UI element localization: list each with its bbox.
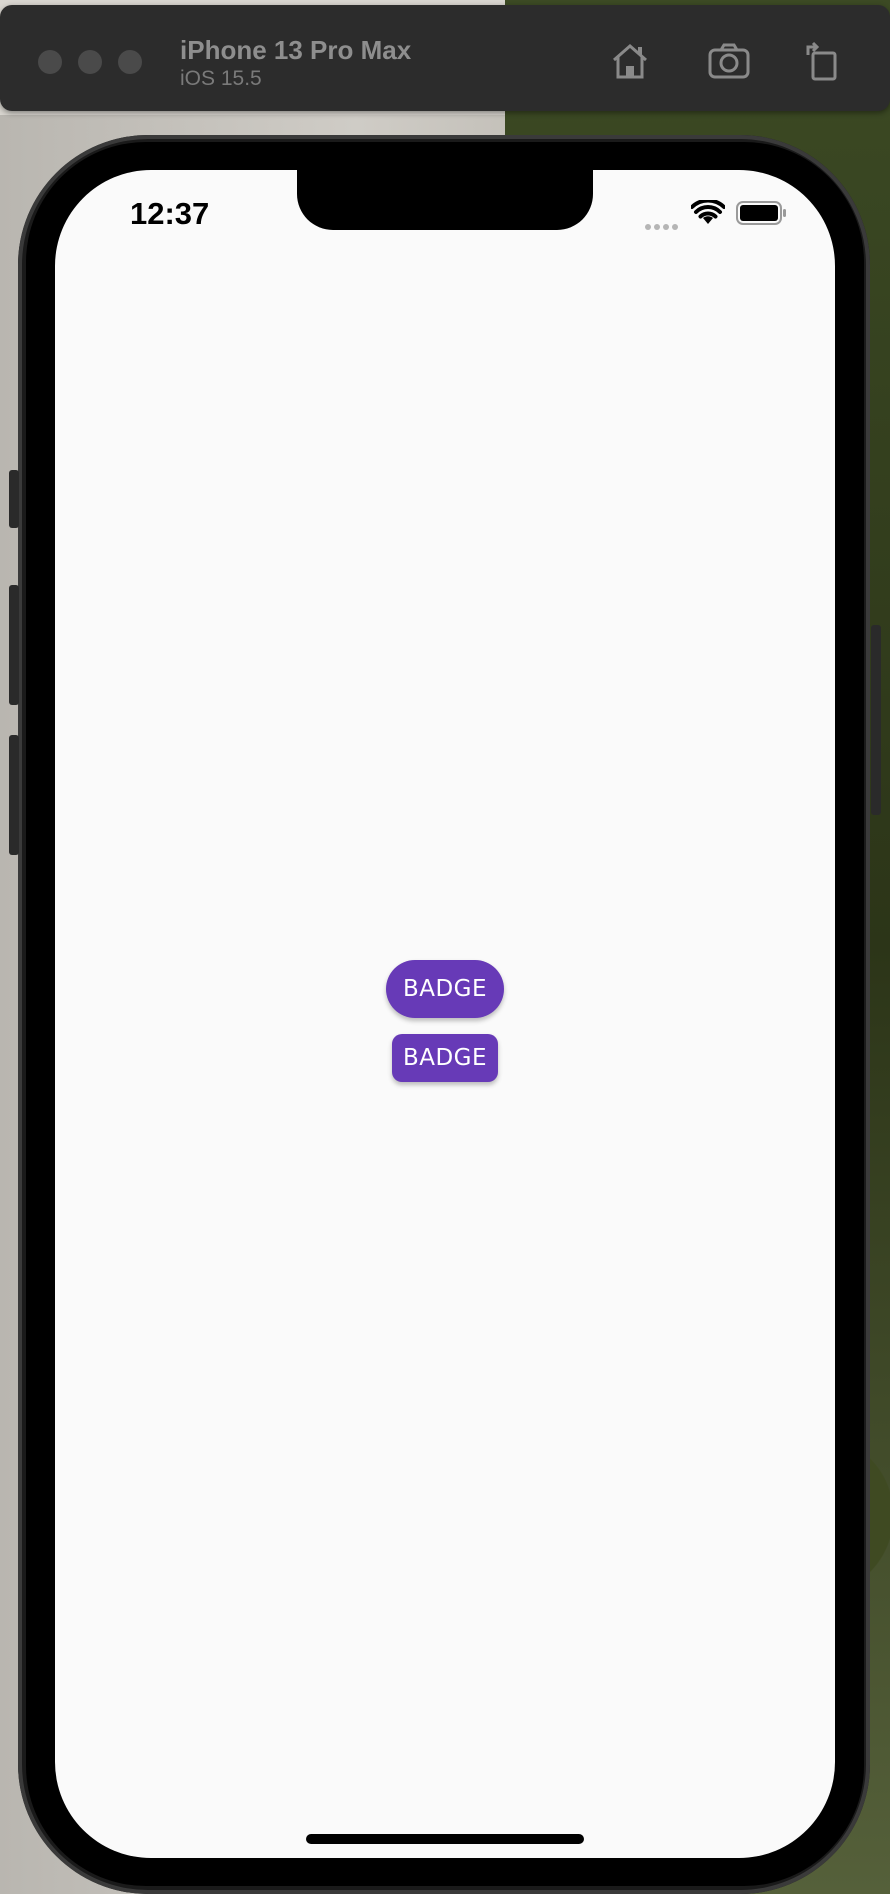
notch [297, 170, 593, 230]
battery-icon [736, 201, 788, 225]
wifi-icon [690, 198, 726, 226]
power-button [871, 625, 881, 815]
cellular-dots-icon [645, 217, 683, 230]
device-os-version: iOS 15.5 [180, 67, 262, 90]
rotate-icon[interactable] [800, 41, 844, 81]
zoom-window-button[interactable] [118, 50, 142, 74]
badge-rounded: BADGE [392, 1034, 498, 1082]
screenshot-camera-icon[interactable] [707, 41, 751, 81]
close-window-button[interactable] [38, 50, 62, 74]
home-icon[interactable] [608, 41, 652, 81]
home-indicator[interactable] [306, 1834, 584, 1844]
device-name: iPhone 13 Pro Max [180, 35, 412, 65]
badge-pill: BADGE [386, 960, 504, 1018]
mute-switch [9, 470, 19, 528]
simulator-title-bar: iPhone 13 Pro Max iOS 15.5 [0, 5, 890, 111]
minimize-window-button[interactable] [78, 50, 102, 74]
status-time: 12:37 [130, 196, 210, 231]
volume-down-button [9, 735, 19, 855]
device-screen: 12:37 BADGE BADGE [55, 170, 835, 1858]
volume-up-button [9, 585, 19, 705]
